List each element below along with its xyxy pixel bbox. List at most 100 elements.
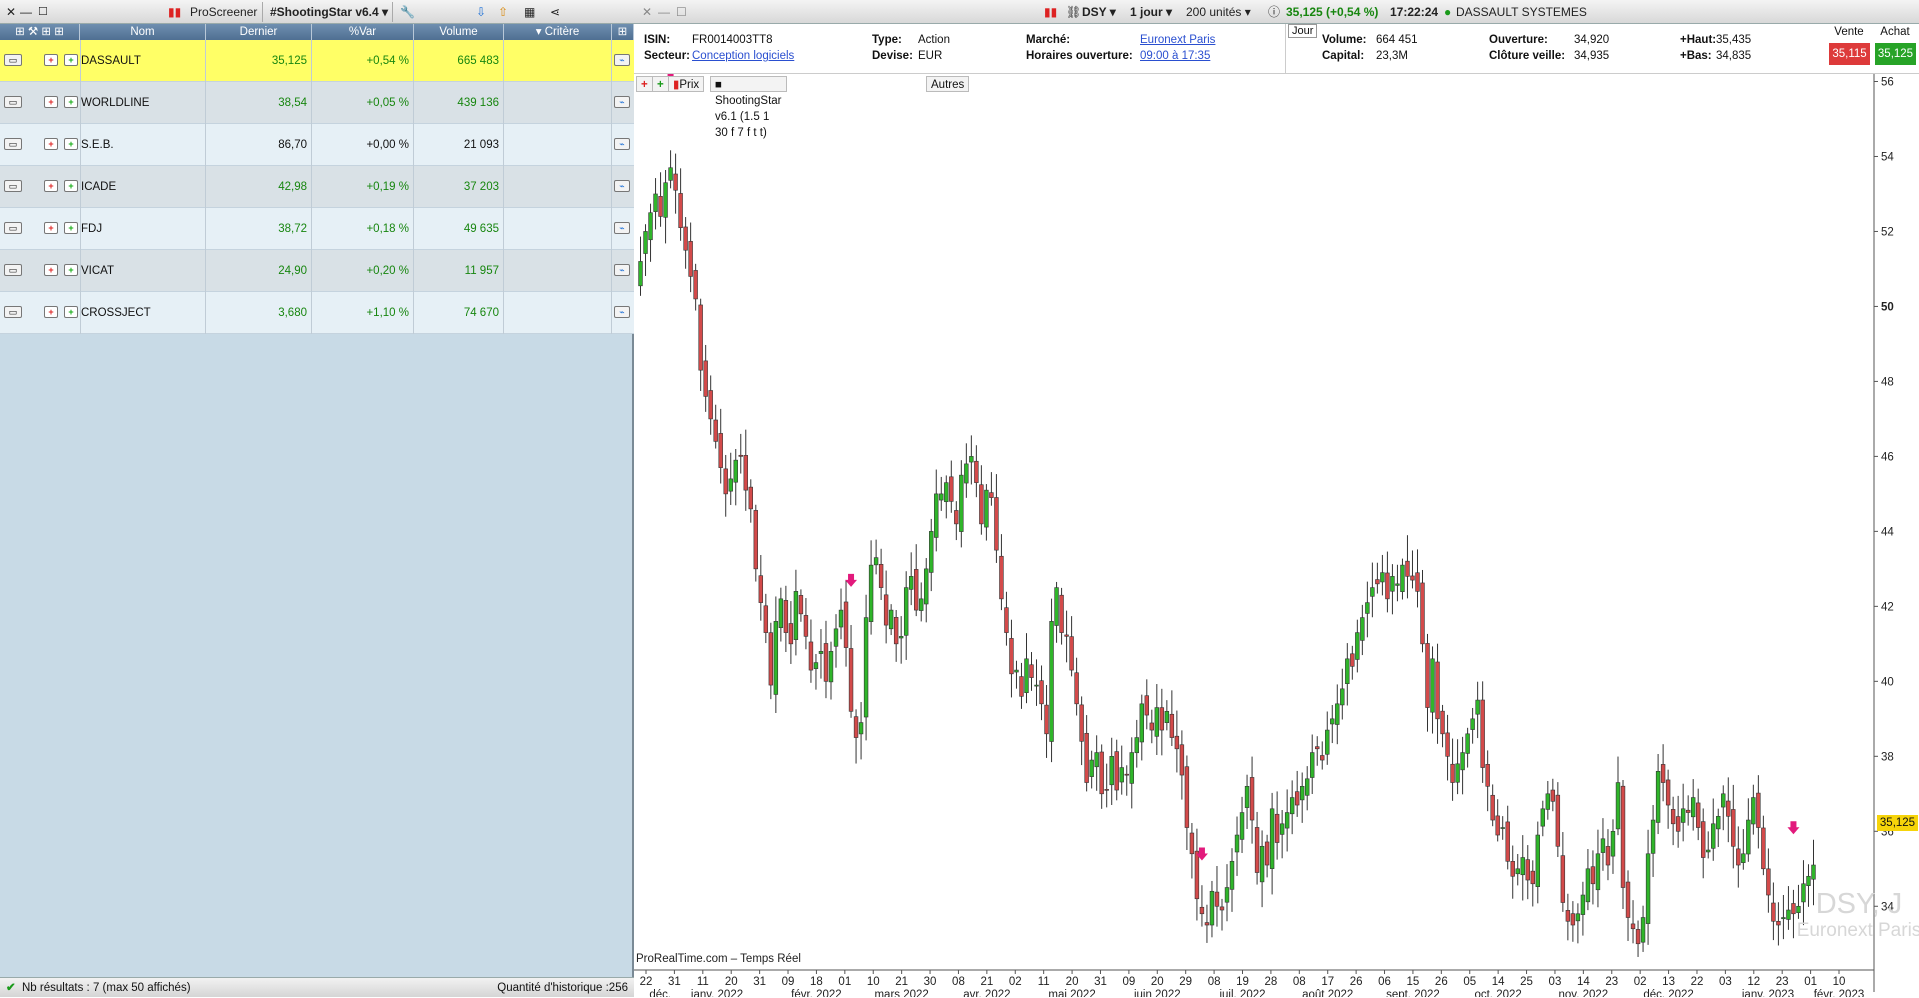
tab-day[interactable]: Jour xyxy=(1288,24,1318,38)
candle xyxy=(1610,830,1616,857)
upload-icon[interactable]: ⇧ xyxy=(494,3,512,21)
candle xyxy=(1761,827,1766,870)
table-row[interactable]: ▭ + + VICAT 24,90 +0,20 % 11 957 ⌁ xyxy=(0,250,634,292)
candle xyxy=(833,628,839,647)
candle xyxy=(1109,756,1114,786)
x-tick-label: 26 xyxy=(1350,976,1363,988)
download-icon[interactable]: ⇩ xyxy=(472,3,490,21)
sell-order-icon[interactable]: + xyxy=(44,180,58,192)
units-dropdown[interactable]: 200 unités ▾ xyxy=(1182,3,1255,21)
column-header-last[interactable]: Dernier xyxy=(206,24,312,40)
table-row[interactable]: ▭ + + CROSSJECT 3,680 +1,10 % 74 670 ⌁ xyxy=(0,292,634,334)
header-settings-icon[interactable]: ⊞ xyxy=(612,24,634,40)
buy-button[interactable]: 35,125 xyxy=(1875,43,1916,65)
sell-order-icon[interactable]: + xyxy=(44,138,58,150)
row-last: 38,54 xyxy=(206,82,312,124)
screen-name-dropdown[interactable]: #ShootingStar v6.4 ▾ xyxy=(266,3,392,21)
table-row[interactable]: ▭ + + ICADE 42,98 +0,19 % 37 203 ⌁ xyxy=(0,166,634,208)
column-header-name[interactable]: Nom xyxy=(80,24,206,40)
buy-order-icon[interactable]: + xyxy=(64,222,78,234)
criterion-chart-icon[interactable]: ⌁ xyxy=(614,264,630,276)
screen-name-label: #ShootingStar v6.4 xyxy=(270,5,379,19)
criterion-chart-icon[interactable]: ⌁ xyxy=(614,306,630,318)
sell-order-icon[interactable]: + xyxy=(44,306,58,318)
chart-icon[interactable]: ▭ xyxy=(4,222,22,234)
criterion-chart-icon[interactable]: ⌁ xyxy=(614,96,630,108)
volume-value: 664 451 xyxy=(1376,34,1418,46)
sell-button[interactable]: 35,115 xyxy=(1829,43,1870,65)
ticker-dropdown[interactable]: DSY ▾ xyxy=(1078,3,1120,21)
candle xyxy=(1310,752,1315,778)
minimize-icon[interactable]: — xyxy=(654,3,674,21)
candle xyxy=(893,617,899,645)
criterion-chart-icon[interactable]: ⌁ xyxy=(614,180,630,192)
candle xyxy=(908,576,914,590)
candle xyxy=(1044,704,1049,735)
sell-order-icon[interactable]: + xyxy=(44,222,58,234)
price-chart[interactable]: 34363840424446485052545622 31 11 20 31 09 18 01… xyxy=(634,74,1919,997)
proscreener-button[interactable]: ProScreener xyxy=(186,3,261,21)
x-tick-label: 19 xyxy=(1236,976,1249,988)
row-last: 86,70 xyxy=(206,124,312,166)
candle xyxy=(1405,560,1410,577)
buy-order-icon[interactable]: + xyxy=(64,264,78,276)
info-icon[interactable]: ⓘ xyxy=(1264,3,1284,21)
y-tick-label: 56 xyxy=(1881,76,1894,88)
sell-order-icon[interactable]: + xyxy=(44,96,58,108)
sell-order-icon[interactable]: + xyxy=(44,264,58,276)
market-link[interactable]: Euronext Paris xyxy=(1140,34,1215,46)
buy-order-icon[interactable]: + xyxy=(64,306,78,318)
last-price-tag: 35,125 xyxy=(1877,815,1918,831)
table-row[interactable]: ▭ + + FDJ 38,72 +0,18 % 49 635 ⌁ xyxy=(0,208,634,250)
chart-type-icon[interactable]: ▮▮ xyxy=(164,3,185,21)
minimize-icon[interactable]: — xyxy=(16,3,36,21)
hours-link[interactable]: 09:00 à 17:35 xyxy=(1140,50,1210,62)
candle xyxy=(999,555,1004,600)
x-tick-label: 21 xyxy=(895,976,908,988)
candle xyxy=(954,510,959,525)
buy-order-icon[interactable]: + xyxy=(64,54,78,66)
wrench-icon[interactable]: 🔧 xyxy=(396,3,419,21)
candles-icon[interactable]: ▮▮ xyxy=(1040,3,1061,21)
criterion-chart-icon[interactable]: ⌁ xyxy=(614,54,630,66)
column-header-var[interactable]: %Var xyxy=(312,24,414,40)
column-header-criterion[interactable]: ▾ Critère xyxy=(504,24,612,40)
buy-order-icon[interactable]: + xyxy=(64,180,78,192)
legend-others[interactable]: Autres xyxy=(926,76,970,92)
chart-icon[interactable]: ▭ xyxy=(4,264,22,276)
table-row[interactable]: ▭ + + S.E.B. 86,70 +0,00 % 21 093 ⌁ xyxy=(0,124,634,166)
chart-icon[interactable]: ▭ xyxy=(4,180,22,192)
sell-order-icon[interactable]: + xyxy=(44,54,58,66)
legend-indicator[interactable]: ■ ShootingStar v6.1 (1.5 1 30 f 7 f t t) xyxy=(710,76,787,139)
row-criterion xyxy=(504,208,612,250)
chart-icon[interactable]: ▭ xyxy=(4,138,22,150)
buy-order-icon[interactable]: + xyxy=(64,138,78,150)
table-row[interactable]: ▭++DASSAULT SYSTEMES35,125+0,54 %665 483… xyxy=(0,40,634,109)
add-indicator-icon[interactable]: + xyxy=(652,76,669,92)
chart-icon[interactable]: ▭ xyxy=(4,54,22,66)
x-tick-label: 08 xyxy=(952,976,965,988)
maximize-icon[interactable]: ☐ xyxy=(672,3,691,21)
remove-indicator-icon[interactable]: + xyxy=(636,76,653,92)
criterion-chart-icon[interactable]: ⌁ xyxy=(614,222,630,234)
layout-icon[interactable]: ▦ xyxy=(520,3,539,21)
sector-link[interactable]: Conception logiciels xyxy=(692,50,794,62)
signal-arrow-icon xyxy=(845,573,858,587)
column-header-volume[interactable]: Volume xyxy=(414,24,504,40)
legend-price[interactable]: ▮Prix xyxy=(668,76,705,92)
x-tick-label: 11 xyxy=(697,976,709,988)
row-var: +0,20 % xyxy=(312,250,414,292)
share-icon[interactable]: ⋖ xyxy=(546,3,564,21)
candle xyxy=(1370,587,1375,597)
row-name: CROSSJECT xyxy=(80,292,206,334)
candle xyxy=(1304,778,1310,796)
table-row[interactable]: ▭ + + WORLDLINE 38,54 +0,05 % 439 136 ⌁ xyxy=(0,82,634,124)
candle xyxy=(989,492,994,498)
criterion-chart-icon[interactable]: ⌁ xyxy=(614,138,630,150)
y-tick-label: 48 xyxy=(1881,376,1894,388)
maximize-icon[interactable]: ☐ xyxy=(34,3,52,21)
buy-order-icon[interactable]: + xyxy=(64,96,78,108)
period-dropdown[interactable]: 1 jour ▾ xyxy=(1126,3,1176,21)
chart-icon[interactable]: ▭ xyxy=(4,96,22,108)
chart-icon[interactable]: ▭ xyxy=(4,306,22,318)
